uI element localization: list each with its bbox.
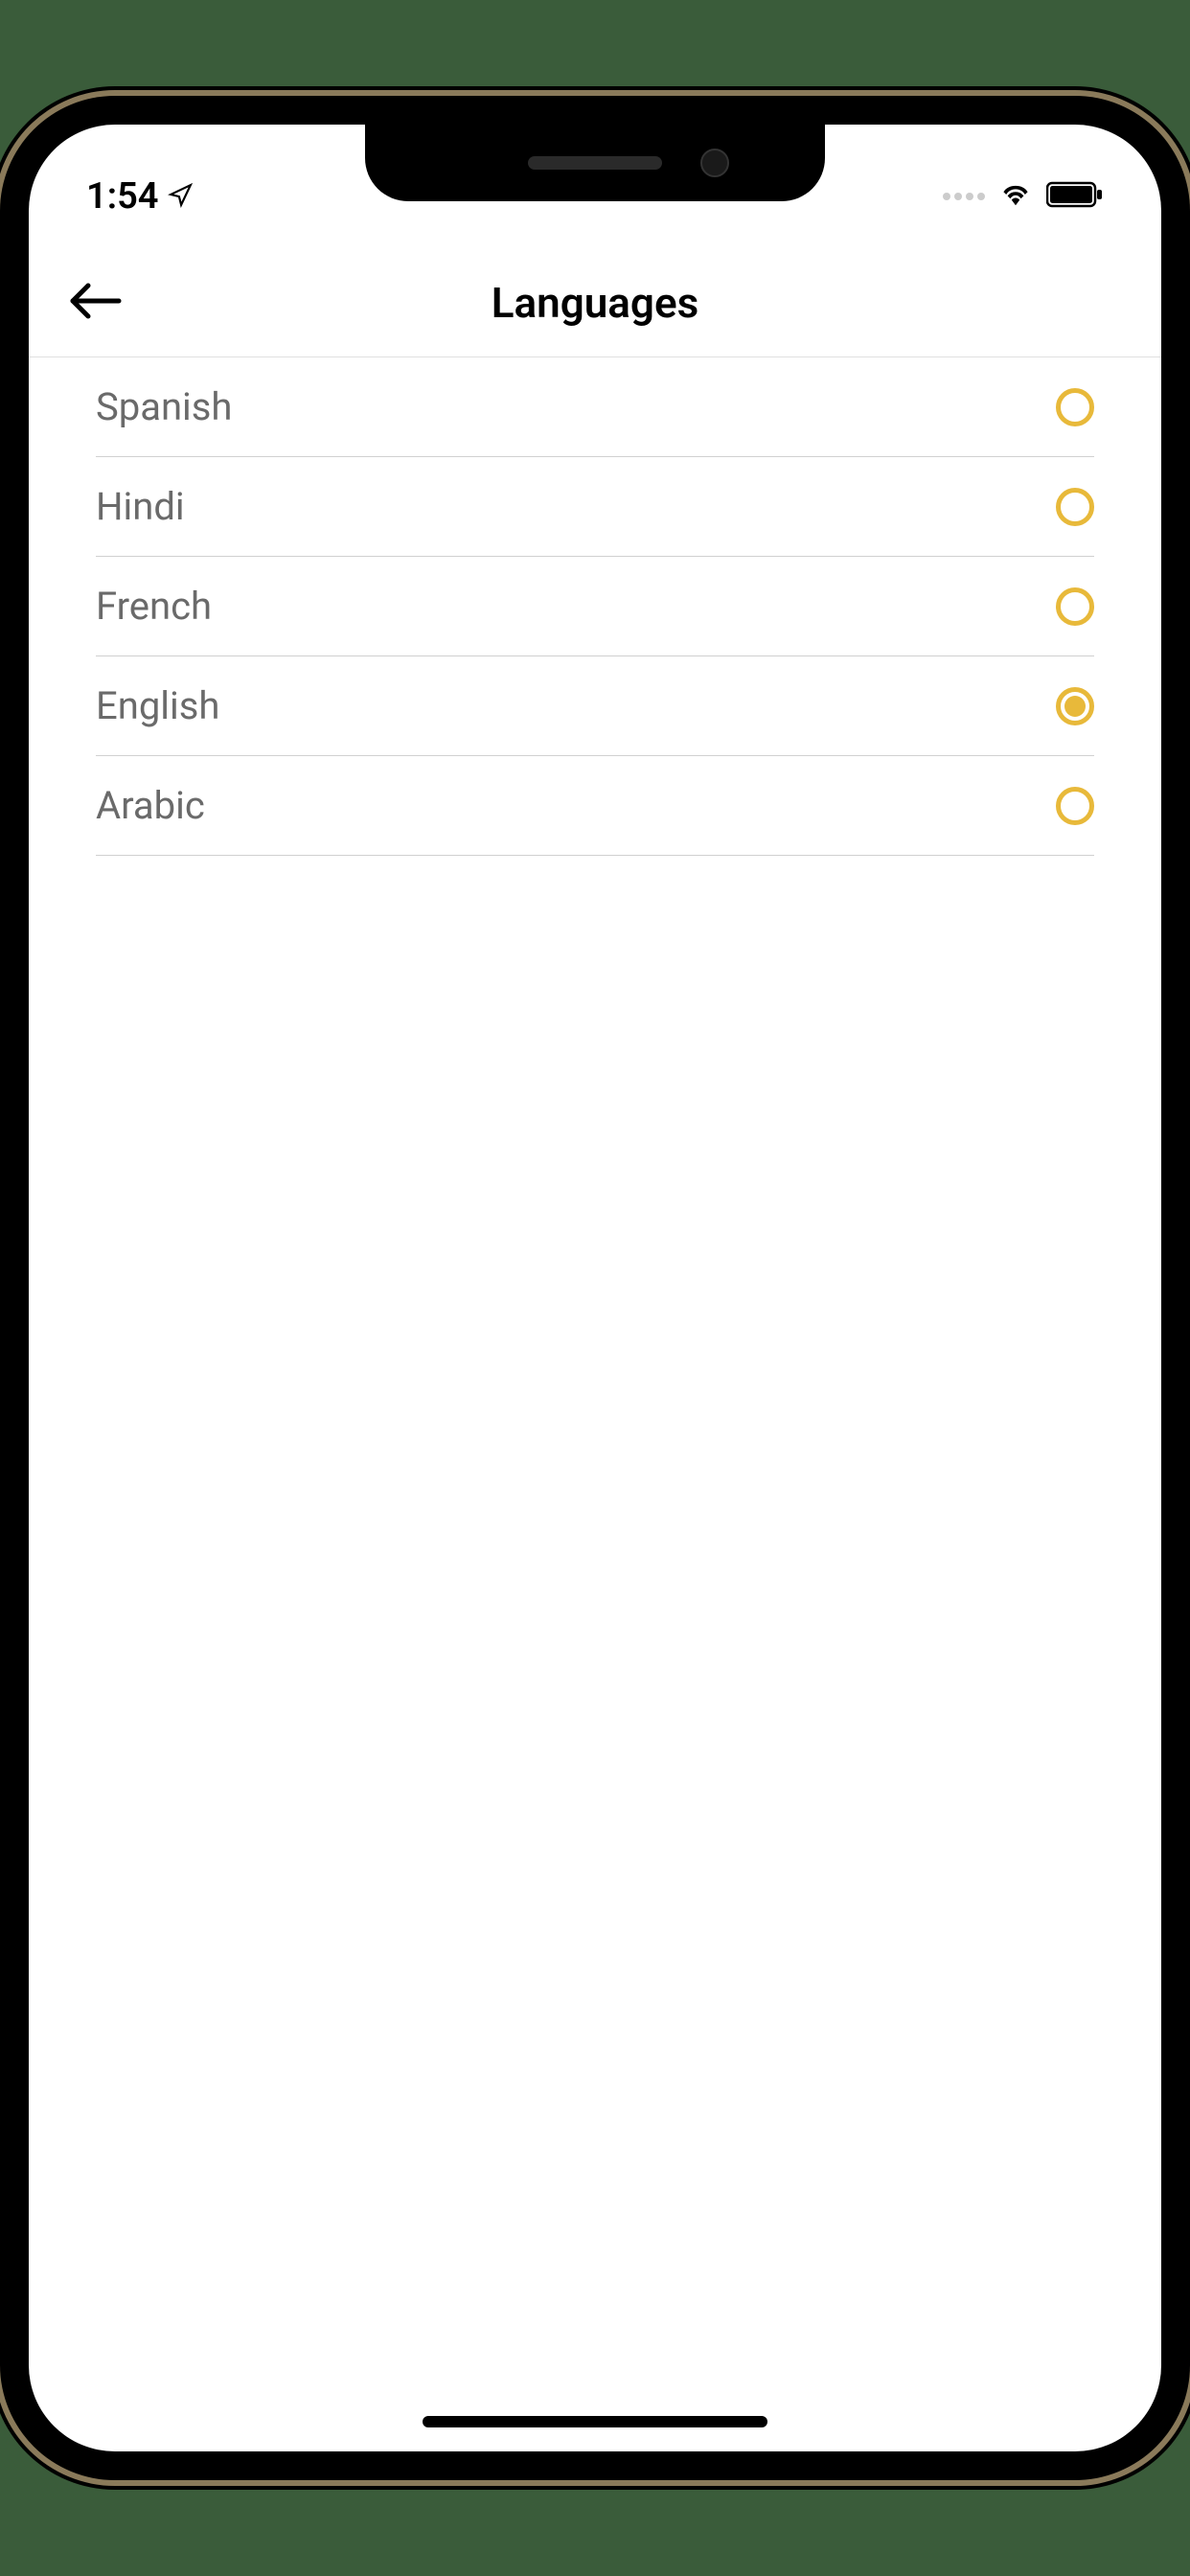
speaker <box>528 156 662 170</box>
radio-icon <box>1056 388 1094 426</box>
arrow-left-icon <box>67 280 125 322</box>
notch <box>365 125 825 201</box>
language-row-hindi[interactable]: Hindi <box>96 457 1094 557</box>
page-title: Languages <box>67 278 1123 328</box>
status-left: 1:54 <box>86 175 193 218</box>
battery-icon <box>1046 181 1104 212</box>
language-row-spanish[interactable]: Spanish <box>96 357 1094 457</box>
status-time: 1:54 <box>86 175 158 218</box>
language-row-french[interactable]: French <box>96 557 1094 656</box>
radio-selected-icon <box>1056 687 1094 725</box>
location-icon <box>168 175 193 218</box>
signal-dots-icon <box>943 193 985 200</box>
status-right <box>943 181 1104 212</box>
wifi-icon <box>998 181 1033 212</box>
language-label: Hindi <box>96 484 185 529</box>
language-label: Spanish <box>96 384 232 429</box>
radio-icon <box>1056 787 1094 825</box>
language-label: English <box>96 683 219 728</box>
language-label: French <box>96 584 212 629</box>
language-list: Spanish Hindi French English Arabic <box>29 357 1161 856</box>
front-camera <box>700 149 729 177</box>
home-indicator[interactable] <box>423 2416 767 2427</box>
nav-header: Languages <box>29 249 1161 357</box>
language-row-arabic[interactable]: Arabic <box>96 756 1094 856</box>
language-row-english[interactable]: English <box>96 656 1094 756</box>
radio-icon <box>1056 488 1094 526</box>
phone-frame: 1:54 <box>0 96 1190 2480</box>
back-button[interactable] <box>67 280 125 326</box>
screen: 1:54 <box>29 125 1161 2451</box>
radio-icon <box>1056 587 1094 626</box>
language-label: Arabic <box>96 783 205 828</box>
